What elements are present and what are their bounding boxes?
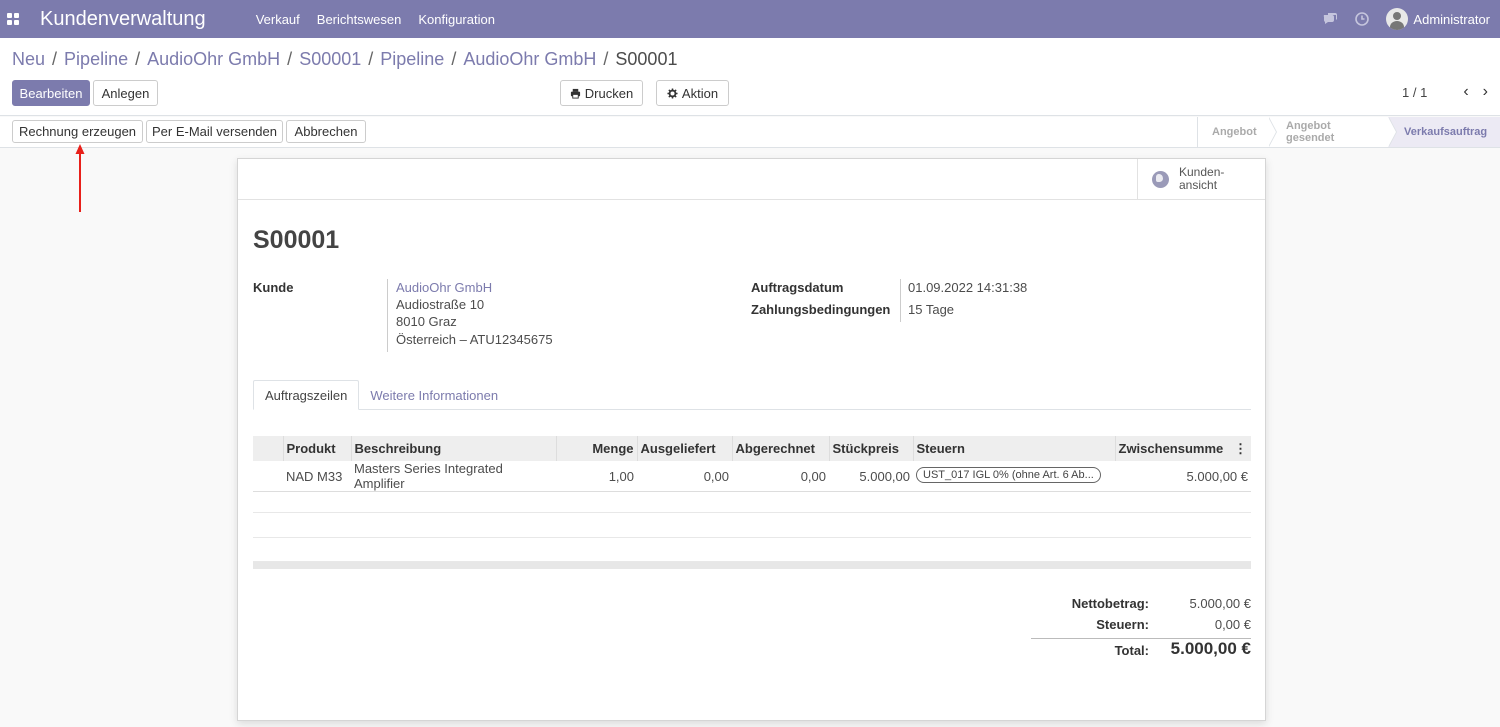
column-handle [253, 436, 283, 461]
breadcrumb-item[interactable]: AudioOhr GmbH [147, 49, 280, 70]
breadcrumb-current: S00001 [615, 49, 678, 69]
table-footer [253, 562, 1251, 569]
order-title: S00001 [253, 226, 340, 254]
user-name[interactable]: Administrator [1413, 12, 1490, 27]
cell-unit-price: 5.000,00 [829, 461, 913, 492]
column-header[interactable]: Zwischensumme ⋮ [1114, 436, 1251, 461]
stage-quotation[interactable]: Angebot [1198, 117, 1277, 147]
navbar-systray: Administrator [1322, 0, 1490, 38]
action-label: Aktion [681, 85, 719, 101]
main-menu: Verkauf Berichtswesen Konfiguration [256, 12, 512, 27]
menu-item-berichtswesen[interactable]: Berichtswesen [317, 12, 402, 27]
smart-label-line: ansicht [1179, 178, 1218, 192]
order-lines-table: Produkt Beschreibung Menge Ausgeliefert … [253, 436, 1251, 492]
customer-preview-label: Kunden- ansicht [1179, 166, 1224, 192]
tab-other-info[interactable]: Weitere Informationen [359, 380, 509, 410]
table-row[interactable]: NAD M33 Masters Series Integrated Amplif… [253, 461, 1251, 492]
customer-link[interactable]: AudioOhr GmbH [396, 280, 492, 295]
form-statusbar: Rechnung erzeugen Per E-Mail versenden A… [0, 117, 1500, 148]
payment-terms-label: Zahlungsbedingungen [751, 302, 891, 317]
customer-city: 8010 Graz [396, 314, 457, 329]
edit-button[interactable]: Bearbeiten [12, 80, 90, 106]
column-header[interactable]: Beschreibung [350, 436, 556, 461]
empty-row [253, 513, 1251, 538]
cell-taxes: UST_017 IGL 0% (ohne Art. 6 Ab... [913, 461, 1115, 492]
top-navbar: Kundenverwaltung Verkauf Berichtswesen K… [0, 0, 1500, 38]
menu-item-verkauf[interactable]: Verkauf [256, 12, 300, 27]
column-header-label: Zwischensumme [1118, 441, 1224, 456]
cell-invoiced: 0,00 [732, 461, 829, 492]
empty-row [253, 537, 1251, 562]
customer-street: Audiostraße 10 [396, 297, 485, 312]
column-header[interactable]: Abgerechnet [731, 436, 829, 461]
pager: 1 / 1 ‹ › [1402, 83, 1488, 101]
breadcrumb-item[interactable]: Pipeline [380, 49, 444, 70]
optional-columns-icon[interactable]: ⋮ [1234, 441, 1247, 457]
stage-quotation-sent[interactable]: Angebot gesendet [1268, 117, 1397, 147]
net-amount-label: Nettobetrag: [1071, 596, 1149, 611]
cell-subtotal: 5.000,00 € [1115, 461, 1251, 492]
smart-button-box: Kunden- ansicht [238, 159, 1265, 200]
cell-quantity: 1,00 [556, 461, 637, 492]
customer-country-vat: Österreich – ATU12345675 [396, 332, 553, 347]
total-label: Total: [1114, 643, 1149, 658]
form-sheet: Kunden- ansicht S00001 Kunde AudioOhr Gm… [237, 158, 1266, 721]
gear-icon [667, 87, 678, 99]
stage-pipeline: Angebot Angebot gesendet Verkaufsauftrag [1197, 117, 1500, 147]
order-date-label: Auftragsdatum [751, 280, 844, 295]
breadcrumb: Neu / Pipeline / AudioOhr GmbH / S00001/ Pi… [12, 49, 678, 70]
cancel-order-button[interactable]: Abbrechen [286, 120, 366, 143]
breadcrumb-item[interactable]: Neu [12, 49, 45, 70]
app-title: Kundenverwaltung [40, 7, 206, 30]
empty-row [253, 488, 1251, 513]
tax-amount-value: 0,00 € [1214, 617, 1251, 632]
column-header[interactable]: Ausgeliefert [636, 436, 732, 461]
pager-next-icon[interactable]: › [1483, 83, 1488, 101]
field-divider [387, 279, 388, 352]
print-label: Drucken [584, 85, 634, 101]
breadcrumb-item[interactable]: AudioOhr GmbH [463, 49, 596, 70]
column-header[interactable]: Produkt [282, 436, 351, 461]
breadcrumb-item[interactable]: S00001 [299, 49, 361, 70]
notebook-tabs: Auftragszeilen Weitere Informationen [253, 380, 1251, 410]
cell-delivered: 0,00 [637, 461, 732, 492]
clock-icon[interactable] [1354, 11, 1370, 27]
net-amount-value: 5.000,00 € [1189, 596, 1251, 611]
stage-sales-order: Verkaufsauftrag [1388, 117, 1500, 147]
apps-menu-icon[interactable] [7, 13, 19, 25]
cell-product: NAD M33 [283, 461, 351, 492]
annotation-arrow-icon [75, 144, 85, 212]
payment-terms-value: 15 Tage [908, 302, 955, 317]
cell-description: Masters Series Integrated Amplifier [351, 461, 556, 492]
chat-icon[interactable] [1322, 11, 1338, 27]
row-handle [253, 461, 283, 492]
control-panel: Neu / Pipeline / AudioOhr GmbH / S00001/ Pi… [0, 38, 1500, 116]
column-header[interactable]: Menge [555, 436, 637, 461]
print-button[interactable]: Drucken [560, 80, 643, 106]
column-header[interactable]: Stückpreis [828, 436, 913, 461]
column-header[interactable]: Steuern [912, 436, 1115, 461]
pager-value[interactable]: 1 / 1 [1402, 85, 1427, 100]
tax-tag: UST_017 IGL 0% (ohne Art. 6 Ab... [916, 466, 1101, 483]
send-email-button[interactable]: Per E-Mail versenden [146, 120, 283, 143]
action-button[interactable]: Aktion [656, 80, 729, 106]
create-invoice-button[interactable]: Rechnung erzeugen [12, 120, 143, 143]
printer-icon [570, 88, 580, 99]
menu-item-konfiguration[interactable]: Konfiguration [418, 12, 495, 27]
customer-label: Kunde [253, 280, 294, 295]
breadcrumb-item[interactable]: Pipeline [64, 49, 128, 70]
create-button[interactable]: Anlegen [93, 80, 158, 106]
globe-icon [1152, 170, 1169, 188]
total-value: 5.000,00 € [1170, 639, 1251, 658]
customer-preview-button[interactable]: Kunden- ansicht [1137, 159, 1265, 199]
user-avatar[interactable] [1386, 8, 1409, 30]
order-date-value: 01.09.2022 14:31:38 [908, 280, 1028, 295]
tab-order-lines[interactable]: Auftragszeilen [253, 380, 360, 410]
tax-amount-label: Steuern: [1096, 617, 1149, 632]
field-divider [900, 279, 901, 322]
pager-prev-icon[interactable]: ‹ [1463, 83, 1468, 101]
